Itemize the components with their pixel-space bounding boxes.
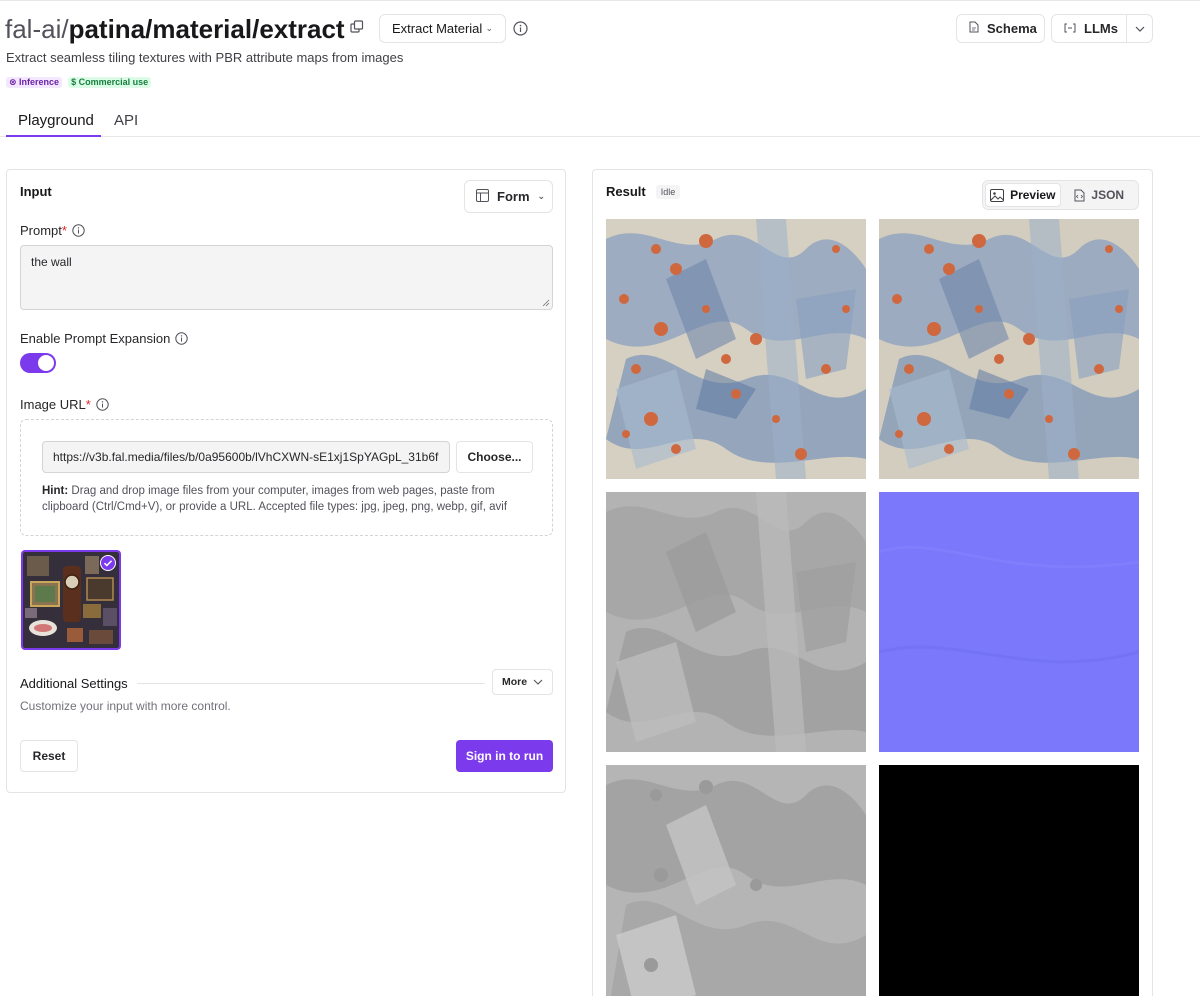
document-icon (969, 21, 979, 36)
prompt-label-text: Prompt (20, 223, 62, 238)
hint-text: Drag and drop image files from your comp… (42, 485, 508, 513)
basecolor-map-image[interactable] (606, 219, 866, 479)
image-dropzone[interactable]: https://v3b.fal.media/files/b/0a95600b/l… (20, 419, 553, 536)
form-mode-button[interactable]: Form ⌄ (464, 180, 553, 213)
image-thumbnail[interactable] (21, 550, 121, 650)
image-url-input[interactable]: https://v3b.fal.media/files/b/0a95600b/l… (42, 441, 450, 473)
image-url-label-text: Image URL (20, 397, 86, 412)
prompt-label: Prompt * (20, 223, 85, 238)
tab-bar: Playground API (0, 104, 1200, 137)
more-label: More (501, 676, 528, 688)
title-slug: patina/material/extract (68, 14, 345, 44)
active-tab-indicator (6, 135, 101, 137)
normal-map-image[interactable] (879, 492, 1139, 752)
chevron-down-icon (1135, 26, 1144, 32)
additional-settings-heading: Additional Settings (20, 676, 128, 691)
input-heading: Input (20, 184, 52, 199)
preview-tab[interactable]: Preview (985, 183, 1061, 207)
metallic-map-image[interactable] (879, 765, 1139, 996)
llms-button[interactable]: LLMs (1051, 14, 1127, 43)
page-subtitle: Extract seamless tiling textures with PB… (6, 50, 404, 65)
upload-hint: Hint: Drag and drop image files from you… (42, 483, 532, 515)
image-icon (990, 188, 1005, 202)
height-map-image[interactable] (606, 765, 866, 996)
image-url-label: Image URL * (20, 397, 109, 412)
form-mode-label: Form (497, 189, 530, 204)
json-label: JSON (1091, 188, 1125, 202)
resize-grip-icon[interactable] (542, 299, 550, 307)
status-badge: Idle (655, 184, 681, 199)
expansion-label: Enable Prompt Expansion (20, 331, 189, 346)
selected-check-icon (100, 555, 116, 571)
input-panel: Input Form ⌄ Prompt * the wall Enable Pro… (6, 169, 566, 793)
divider (137, 683, 485, 684)
info-icon[interactable] (96, 398, 109, 411)
brackets-icon (1064, 21, 1076, 36)
chevron-down-icon (533, 679, 543, 685)
result-heading: Result Idle (606, 184, 681, 199)
preview-label: Preview (1010, 188, 1056, 202)
choose-file-button[interactable]: Choose... (456, 441, 533, 473)
result-heading-text: Result (606, 184, 646, 199)
result-panel: Result Idle Preview JSON (592, 169, 1153, 996)
more-settings-button[interactable]: More (492, 669, 553, 695)
code-file-icon (1074, 189, 1085, 201)
layout-icon (476, 188, 489, 205)
toggle-knob (38, 355, 54, 371)
info-icon[interactable] (72, 224, 85, 237)
roughness-map-image[interactable] (606, 492, 866, 752)
result-view-toggle: Preview JSON (982, 180, 1139, 210)
model-select[interactable]: Extract Material ⌄ (379, 14, 506, 43)
prompt-expansion-toggle[interactable] (20, 353, 56, 373)
page-title: fal-ai/patina/material/extract (5, 12, 345, 46)
model-select-label: Extract Material (392, 21, 483, 36)
schema-button[interactable]: Schema (956, 14, 1045, 43)
expansion-label-text: Enable Prompt Expansion (20, 331, 171, 346)
tab-playground[interactable]: Playground (18, 112, 94, 129)
title-owner: fal-ai/ (5, 14, 69, 44)
json-tab[interactable]: JSON (1063, 183, 1137, 207)
commercial-use-badge: $ Commercial use (68, 77, 152, 88)
hint-label: Hint: (42, 485, 69, 497)
chevron-down-icon: ⌄ (485, 23, 493, 33)
llms-menu-button[interactable] (1126, 14, 1153, 43)
prompt-textarea[interactable]: the wall (20, 245, 553, 310)
additional-settings-description: Customize your input with more control. (20, 699, 231, 713)
badge-row: ⊗ Inference $ Commercial use (6, 77, 152, 88)
tab-api[interactable]: API (114, 112, 138, 129)
llms-label: LLMs (1084, 21, 1118, 36)
prompt-value: the wall (31, 255, 72, 269)
required-marker: * (61, 223, 67, 238)
schema-label: Schema (987, 21, 1037, 36)
copy-icon[interactable] (350, 20, 364, 34)
info-icon[interactable] (175, 332, 189, 345)
required-marker: * (85, 397, 91, 412)
basecolor-preview-image[interactable] (879, 219, 1139, 479)
top-divider (0, 0, 1200, 1)
info-icon[interactable] (513, 21, 528, 36)
reset-button[interactable]: Reset (20, 740, 78, 772)
chevron-down-icon: ⌄ (537, 191, 546, 201)
sign-in-to-run-button[interactable]: Sign in to run (456, 740, 553, 772)
inference-badge: ⊗ Inference (6, 77, 63, 88)
